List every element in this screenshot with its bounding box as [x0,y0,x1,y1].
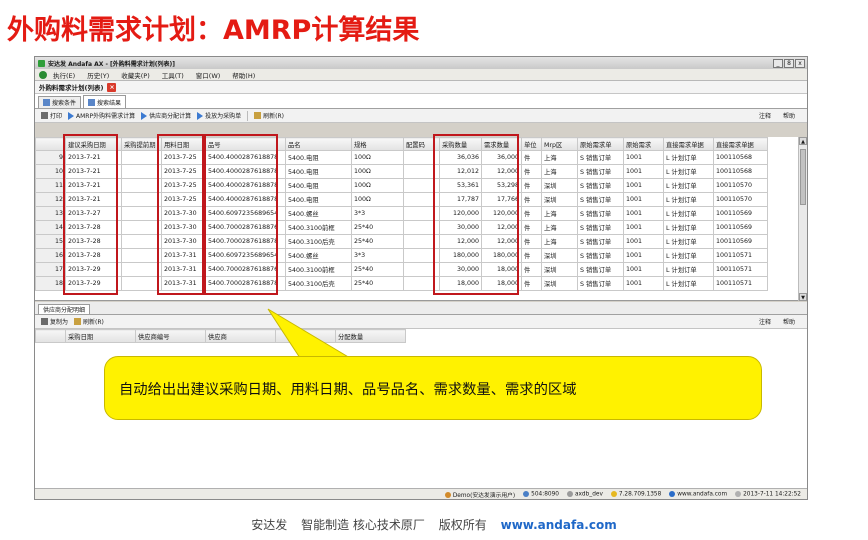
callout-pointer [267,308,352,359]
footer-url[interactable]: www.andafa.com [501,518,617,532]
callout-text: 自动给出出建议采购日期、用料日期、品号品名、需求数量、需求的区域 [119,381,577,398]
callout-note: 自动给出出建议采购日期、用料日期、品号品名、需求数量、需求的区域 [104,356,762,420]
footer-company: 安达发 [251,518,288,532]
slide-footer: 安达发 智能制造 核心技术原厂 版权所有 www.andafa.com [0,516,868,533]
footer-rights: 版权所有 [438,518,487,532]
footer-tagline: 智能制造 核心技术原厂 [301,518,425,532]
